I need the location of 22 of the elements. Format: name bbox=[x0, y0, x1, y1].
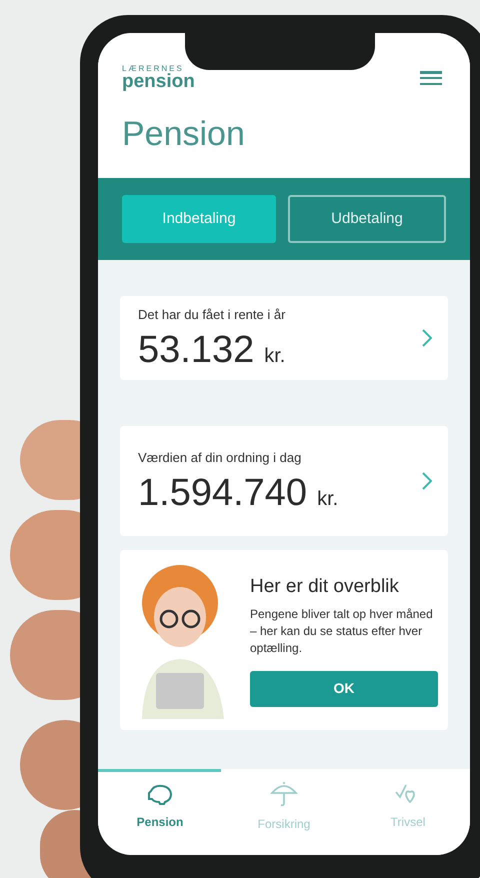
currency-unit: kr. bbox=[264, 344, 286, 369]
currency-unit: kr. bbox=[317, 486, 338, 512]
page-title: Pension bbox=[122, 117, 246, 151]
info-text: Pengene bliver talt op hver måned – her kan du se status efter hver optælling. bbox=[250, 606, 434, 657]
amount-card[interactable]: Værdien af din ordning i dag 1.594.740 kr. bbox=[120, 426, 448, 536]
amount-card[interactable]: Det har du fået i rente i år 53.132 kr. bbox=[120, 296, 448, 380]
logo[interactable]: LÆRERNES pension bbox=[122, 65, 195, 91]
tab[interactable]: Udbetaling bbox=[288, 195, 446, 243]
logo-top-text: LÆRERNES bbox=[122, 65, 185, 73]
tab[interactable]: Indbetaling bbox=[122, 195, 276, 243]
logo-bottom-text: pension bbox=[122, 72, 195, 91]
card-label: Værdien af din ordning i dag bbox=[138, 449, 302, 468]
amount-value: 1.594.740 bbox=[138, 474, 308, 512]
chevron-right-icon bbox=[422, 472, 432, 490]
menu-button[interactable] bbox=[420, 69, 442, 87]
chevron-right-icon bbox=[422, 329, 432, 347]
nav-tab[interactable]: Pension bbox=[98, 769, 222, 855]
ok-button[interactable]: OK bbox=[250, 670, 438, 707]
amount-value: 53.132 bbox=[138, 330, 254, 369]
card-label: Det har du fået i rente i år bbox=[138, 306, 286, 324]
info-heading: Her er dit overblik bbox=[250, 575, 400, 600]
umbrella-icon bbox=[270, 781, 298, 807]
